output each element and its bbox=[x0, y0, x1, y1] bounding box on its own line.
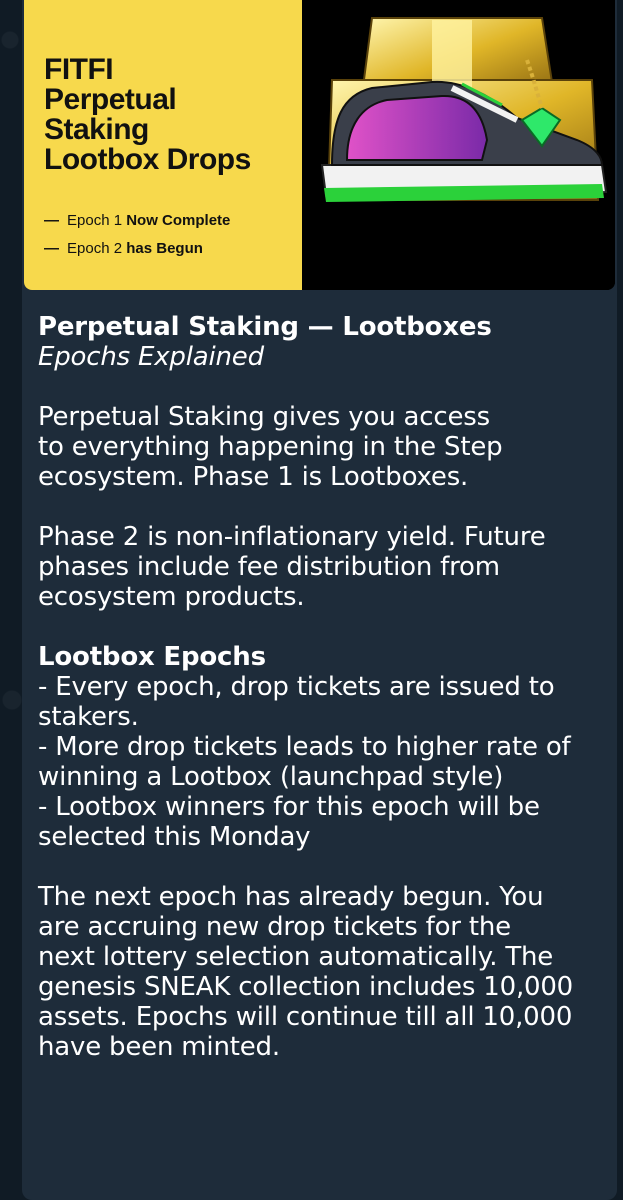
bullet-line: winning a Lootbox (launchpad style) bbox=[38, 762, 504, 792]
paragraph-line: to everything happening in the Step bbox=[38, 432, 503, 462]
section-title: Lootbox Epochs bbox=[38, 642, 266, 672]
epoch-1-prefix: Epoch 1 bbox=[67, 212, 123, 229]
message-subheading: Epochs Explained bbox=[38, 342, 264, 372]
image-yellow-panel: FITFI Perpetual Staking Lootbox Drops — E… bbox=[24, 0, 302, 290]
paragraph-line: are accruing new drop tickets for the bbox=[38, 912, 511, 942]
bullet-line: - Every epoch, drop tickets are issued t… bbox=[38, 672, 555, 702]
bullet-line: - More drop tickets leads to higher rate… bbox=[38, 732, 571, 762]
paragraph-line: The next epoch has already begun. You bbox=[38, 882, 544, 912]
paragraph-line: Perpetual Staking gives you access bbox=[38, 402, 490, 432]
message-bubble: FITFI Perpetual Staking Lootbox Drops — E… bbox=[22, 0, 617, 1200]
epoch-1-status: Now Complete bbox=[126, 212, 231, 229]
epoch-2-prefix: Epoch 2 bbox=[67, 240, 123, 257]
dash: — bbox=[44, 212, 59, 229]
image-title: FITFI Perpetual Staking Lootbox Drops bbox=[44, 55, 294, 175]
paragraph-line: have been minted. bbox=[38, 1032, 280, 1062]
epoch-2-line: — Epoch 2 has Begun bbox=[44, 240, 203, 257]
message-heading: Perpetual Staking — Lootboxes bbox=[38, 312, 492, 342]
image-title-line: Lootbox Drops bbox=[44, 143, 251, 176]
bullet-line: - Lootbox winners for this epoch will be bbox=[38, 792, 540, 822]
sneaker-illustration bbox=[302, 0, 615, 290]
paragraph-line: assets. Epochs will continue till all 10… bbox=[38, 1002, 573, 1032]
paragraph-line: ecosystem. Phase 1 is Lootboxes. bbox=[38, 462, 469, 492]
paragraph-line: phases include fee distribution from bbox=[38, 552, 500, 582]
paragraph-line: ecosystem products. bbox=[38, 582, 305, 612]
dash: — bbox=[44, 240, 59, 257]
post-image[interactable]: FITFI Perpetual Staking Lootbox Drops — E… bbox=[24, 0, 615, 290]
image-title-line: Perpetual bbox=[44, 83, 177, 116]
paragraph-line: genesis SNEAK collection includes 10,000 bbox=[38, 972, 574, 1002]
image-title-line: Staking bbox=[44, 113, 149, 146]
paragraph-line: Phase 2 is non-inflationary yield. Futur… bbox=[38, 522, 546, 552]
message-text: Perpetual Staking — Lootboxes Epochs Exp… bbox=[38, 312, 608, 1062]
bullet-line: stakers. bbox=[38, 702, 139, 732]
sneaker-lootbox-icon bbox=[320, 17, 608, 202]
epoch-2-status: has Begun bbox=[126, 240, 203, 257]
bullet-line: selected this Monday bbox=[38, 822, 311, 852]
epoch-1-line: — Epoch 1 Now Complete bbox=[44, 212, 230, 229]
image-title-line: FITFI bbox=[44, 53, 114, 86]
paragraph-line: next lottery selection automatically. Th… bbox=[38, 942, 554, 972]
